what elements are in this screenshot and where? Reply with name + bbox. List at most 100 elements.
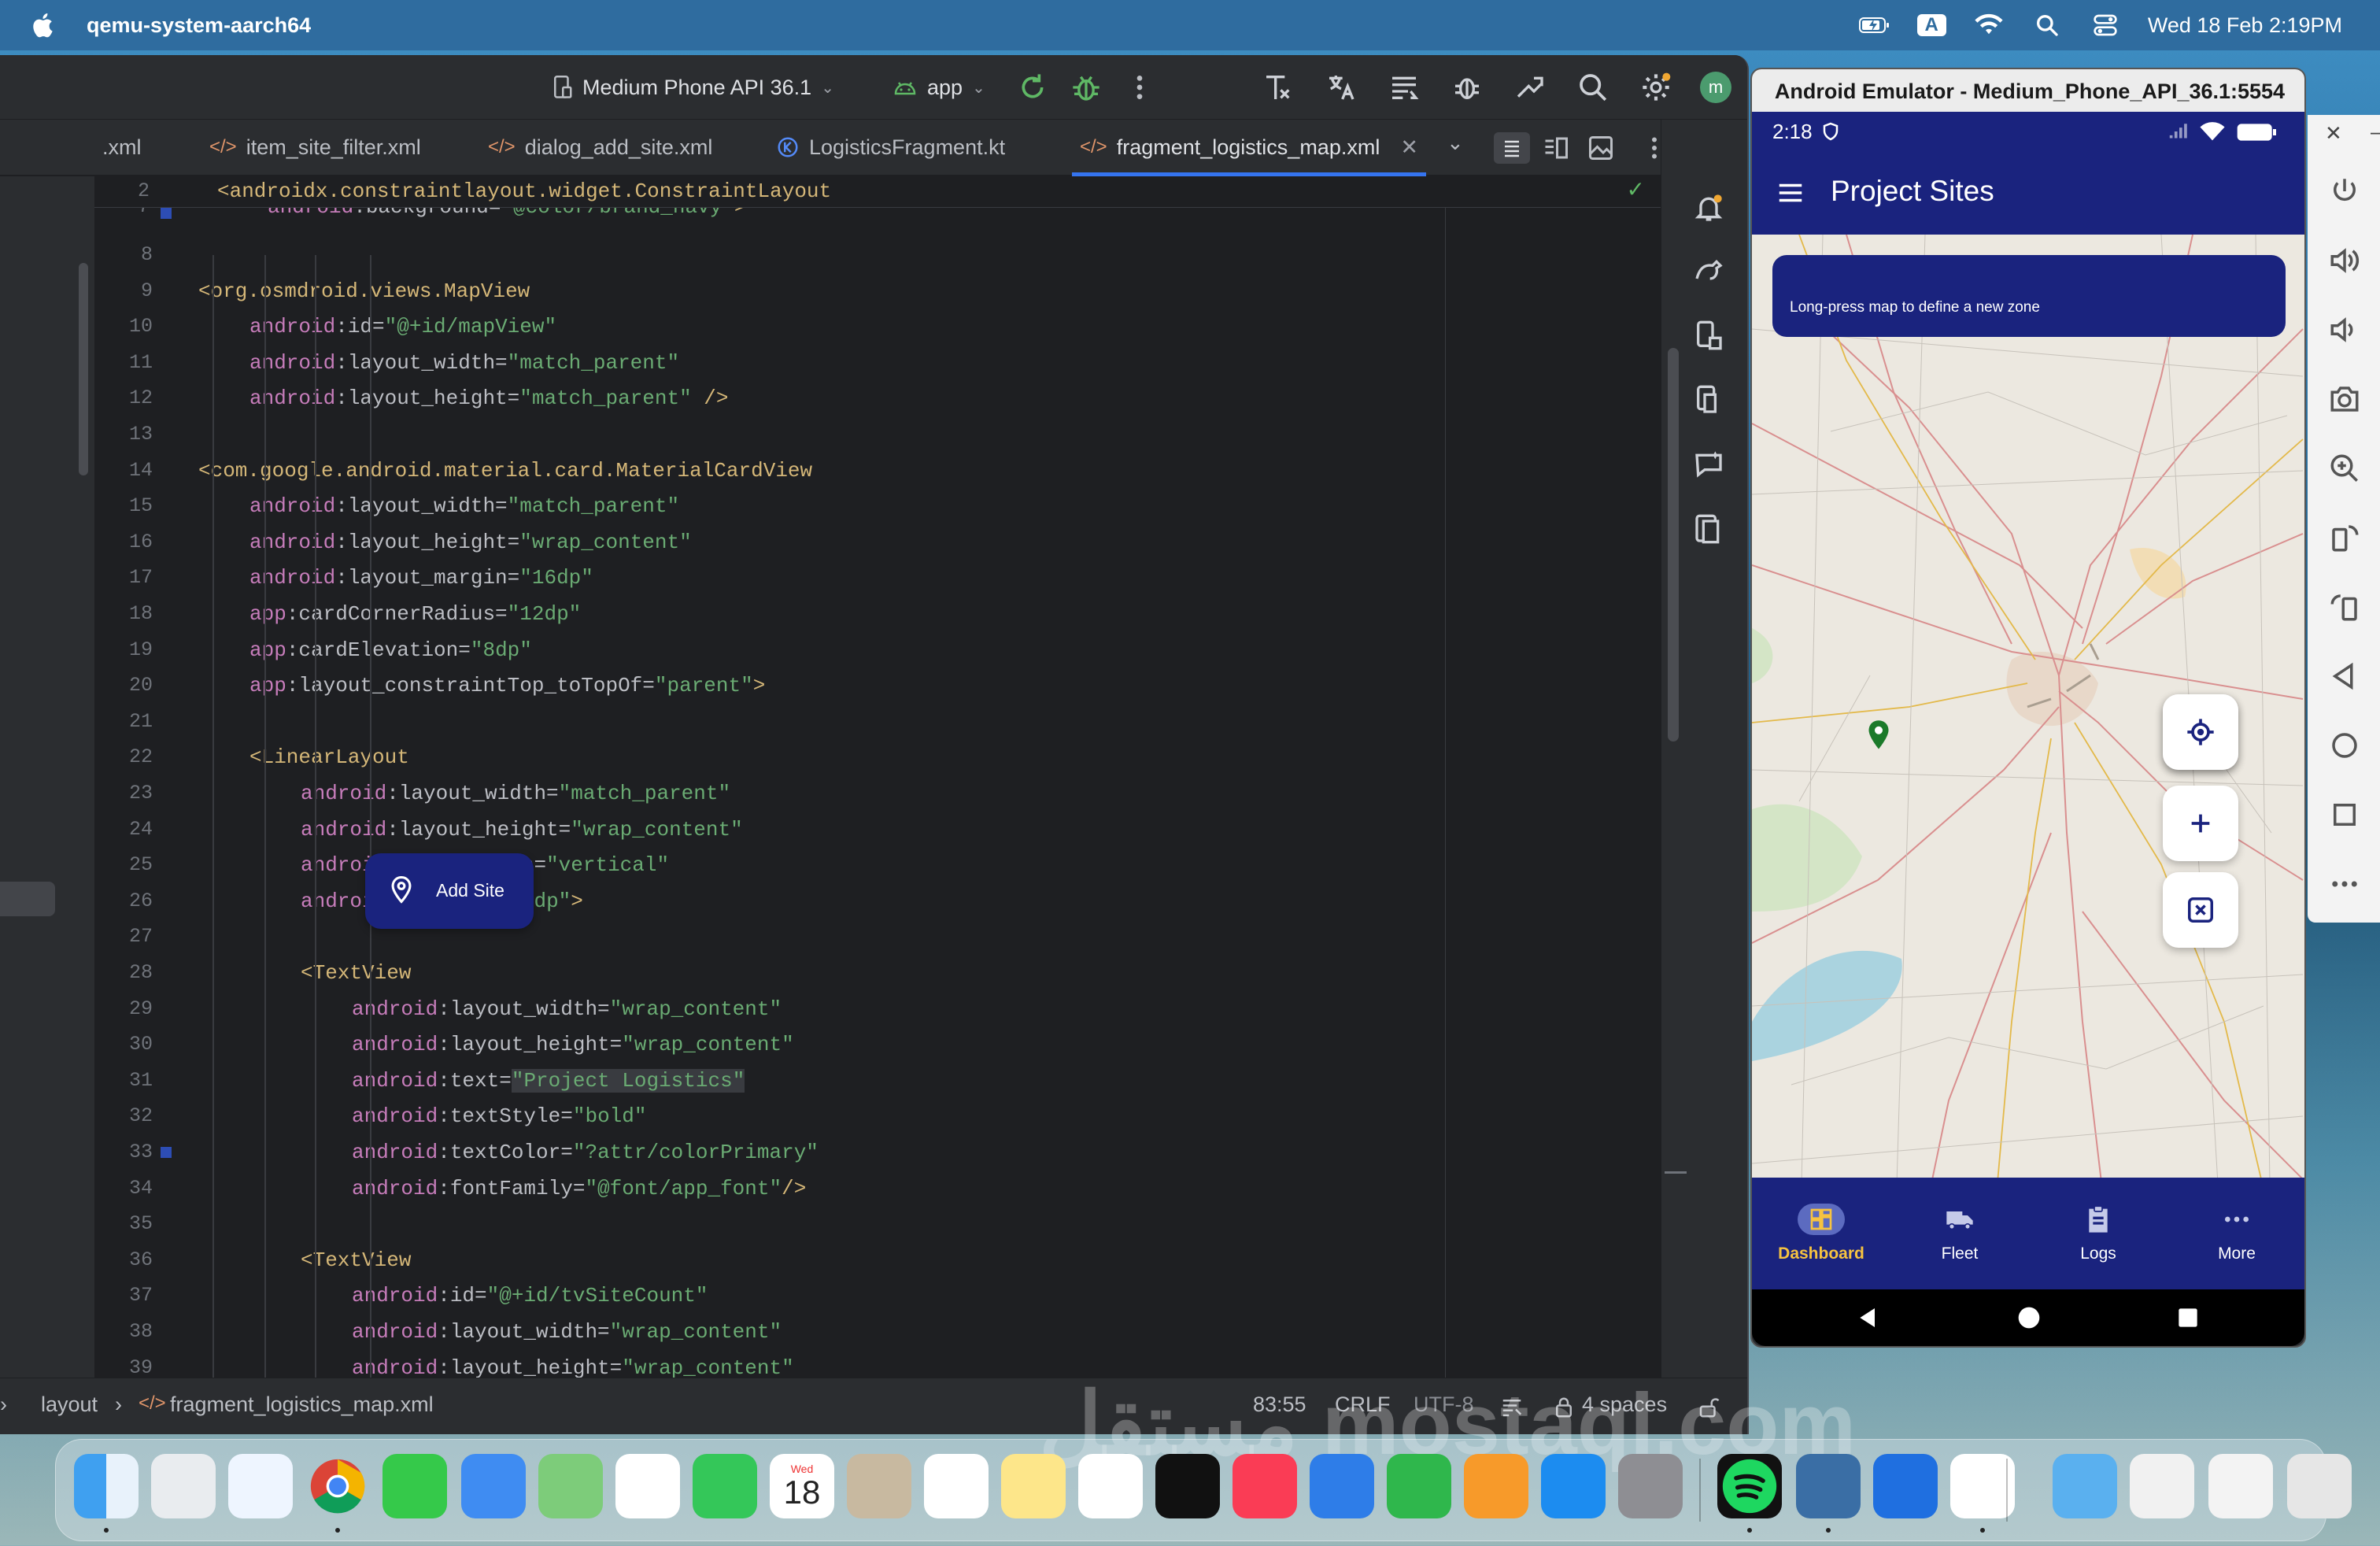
calendar-dock-icon[interactable]: Wed 18	[770, 1454, 834, 1518]
code-line[interactable]: android:id="@+id/mapView"	[249, 309, 556, 344]
code-line[interactable]: app:layout_constraintTop_toTopOf="parent…	[249, 668, 765, 703]
code-line[interactable]: android:id="@+id/tvSiteCount"	[352, 1278, 708, 1313]
xcode-dock-icon[interactable]	[1873, 1454, 1938, 1518]
code-line[interactable]: <LinearLayout	[249, 740, 409, 775]
reminders-dock-icon[interactable]	[924, 1454, 989, 1518]
contacts-dock-icon[interactable]	[847, 1454, 911, 1518]
minimize-icon[interactable]: –	[2371, 120, 2380, 144]
volume-down-icon[interactable]	[2328, 313, 2361, 346]
volume-up-icon[interactable]	[2328, 244, 2361, 277]
nav-logs[interactable]: Logs	[2029, 1178, 2168, 1289]
numbers-dock-icon[interactable]	[1387, 1454, 1451, 1518]
code-line[interactable]: android:layout_width="wrap_content"	[352, 1315, 782, 1349]
zoom-icon[interactable]	[2328, 452, 2361, 485]
profiler-icon[interactable]	[1262, 72, 1294, 103]
rerun-icon[interactable]	[1017, 72, 1048, 103]
device-explorer-icon[interactable]	[1693, 320, 1724, 351]
code-line[interactable]: android:textStyle="bold"	[352, 1099, 646, 1134]
code-line[interactable]: android:layout_width="match_parent"	[249, 489, 679, 523]
more-vertical-icon[interactable]	[1124, 72, 1155, 103]
code-line[interactable]: android:fontFamily="@font/app_font"/>	[352, 1171, 806, 1206]
trash-dock-icon[interactable]	[2287, 1454, 2352, 1518]
app-store-dock-icon[interactable]	[1541, 1454, 1606, 1518]
safari-dock-icon[interactable]	[228, 1454, 293, 1518]
code-line[interactable]: <TextView	[301, 956, 411, 990]
tab-fragment-logistics-map[interactable]: </> fragment_logistics_map.xml ✕	[1072, 120, 1426, 176]
run-config-selector[interactable]: app ⌄	[893, 55, 985, 120]
menubar-clock[interactable]: Wed 18 Feb 2:19PM	[2148, 13, 2342, 38]
tab-logistics-fragment[interactable]: LogisticsFragment.kt	[776, 120, 1005, 175]
notes-dock-icon[interactable]	[1001, 1454, 1066, 1518]
code-line[interactable]: <com.google.android.material.card.Materi…	[198, 453, 812, 488]
code-line[interactable]: android:text="Project Logistics"	[352, 1063, 745, 1098]
rotate-left-icon[interactable]	[2328, 521, 2361, 554]
app-inspection-icon[interactable]	[1451, 72, 1483, 103]
nav-more[interactable]: More	[2168, 1178, 2304, 1289]
close-icon[interactable]: ✕	[2325, 121, 2342, 146]
close-tab-icon[interactable]: ✕	[1400, 135, 1418, 160]
nav-dashboard[interactable]: Dashboard	[1752, 1178, 1890, 1289]
notifications-bell-icon[interactable]	[1693, 192, 1724, 224]
home-icon[interactable]	[2328, 729, 2361, 762]
simulator-dock-icon[interactable]	[1796, 1454, 1861, 1518]
nav-fleet[interactable]: Fleet	[1890, 1178, 2029, 1289]
tab-list-chevron-icon[interactable]: ⌄	[1447, 131, 1464, 155]
search-icon[interactable]	[1577, 72, 1609, 103]
back-icon[interactable]	[2328, 660, 2361, 693]
preview-dock-icon[interactable]	[2208, 1454, 2273, 1518]
selected-tool-highlight[interactable]	[0, 882, 55, 916]
project-scrollbar-thumb[interactable]	[79, 263, 88, 475]
freeform-dock-icon[interactable]	[1078, 1454, 1143, 1518]
wifi-icon[interactable]	[1973, 13, 2005, 38]
device-manager-icon[interactable]	[1514, 72, 1546, 103]
add-site-button[interactable]: Add Site	[365, 853, 534, 929]
pages-dock-icon[interactable]	[1464, 1454, 1528, 1518]
power-icon[interactable]	[2328, 175, 2361, 208]
control-center-icon[interactable]	[2090, 13, 2121, 38]
system-settings-dock-icon[interactable]	[1618, 1454, 1683, 1518]
code-line[interactable]: android:layout_height="match_parent" />	[249, 381, 729, 416]
split-view-icon[interactable]	[1541, 134, 1571, 162]
hamburger-menu-icon[interactable]	[1776, 178, 1805, 208]
debug-icon[interactable]	[1070, 72, 1102, 103]
tab-partial-xml[interactable]: .xml	[102, 120, 142, 175]
spotlight-search-icon[interactable]	[2031, 13, 2063, 38]
tab-dialog-add-site[interactable]: </> dialog_add_site.xml	[488, 120, 712, 175]
active-app-name[interactable]: qemu-system-aarch64	[87, 13, 311, 38]
tab-item-site-filter[interactable]: </> item_site_filter.xml	[209, 120, 421, 175]
camera-screenshot-icon[interactable]	[2328, 383, 2361, 416]
logcat-icon[interactable]	[1388, 72, 1420, 103]
breadcrumb-file[interactable]: fragment_logistics_map.xml	[170, 1393, 434, 1417]
code-line[interactable]: app:cardCornerRadius="12dp"	[249, 597, 581, 631]
code-line[interactable]: android:layout_margin="16dp"	[249, 560, 593, 595]
editor-scrollbar-thumb[interactable]	[1668, 348, 1679, 742]
device-selector[interactable]: Medium Phone API 36.1 ⌄	[551, 55, 834, 120]
my-location-button[interactable]	[2163, 694, 2238, 770]
code-editor[interactable]: <org.osmdroid.views.MapView android:id="@…	[173, 176, 1661, 1429]
code-view-toggle[interactable]	[1494, 132, 1530, 164]
emulator-title-bar[interactable]: Android Emulator - Medium_Phone_API_36.1…	[1752, 69, 2304, 113]
code-line[interactable]: <org.osmdroid.views.MapView	[198, 274, 530, 309]
mail-dock-icon[interactable]	[461, 1454, 526, 1518]
battery-charging-icon[interactable]	[1858, 13, 1890, 38]
design-view-icon[interactable]	[1587, 134, 1615, 162]
input-source-badge[interactable]: A	[1916, 14, 1946, 36]
code-line[interactable]: android:layout_height="wrap_content"	[352, 1027, 794, 1062]
android-studio-dock-icon[interactable]	[1950, 1454, 2015, 1518]
breadcrumb-layout[interactable]: layout	[41, 1393, 98, 1417]
running-devices-icon[interactable]	[1693, 384, 1724, 416]
messages-dock-icon[interactable]	[382, 1454, 447, 1518]
code-line[interactable]: android:layout_width="match_parent"	[249, 346, 679, 380]
screenshots-dock-icon[interactable]	[2130, 1454, 2194, 1518]
keynote-dock-icon[interactable]	[1310, 1454, 1374, 1518]
facetime-dock-icon[interactable]	[693, 1454, 757, 1518]
home-circle-icon[interactable]	[2016, 1305, 2042, 1330]
finder-dock-icon[interactable]	[74, 1454, 139, 1518]
photos-dock-icon[interactable]	[615, 1454, 680, 1518]
code-line[interactable]: android:layout_height="wrap_content"	[301, 812, 743, 847]
chrome-dock-icon[interactable]	[305, 1454, 370, 1518]
maps-dock-icon[interactable]	[538, 1454, 603, 1518]
layout-inspector-icon[interactable]	[1693, 513, 1724, 545]
gradle-icon[interactable]	[1693, 255, 1724, 287]
site-location-marker-icon[interactable]	[1867, 719, 1890, 751]
